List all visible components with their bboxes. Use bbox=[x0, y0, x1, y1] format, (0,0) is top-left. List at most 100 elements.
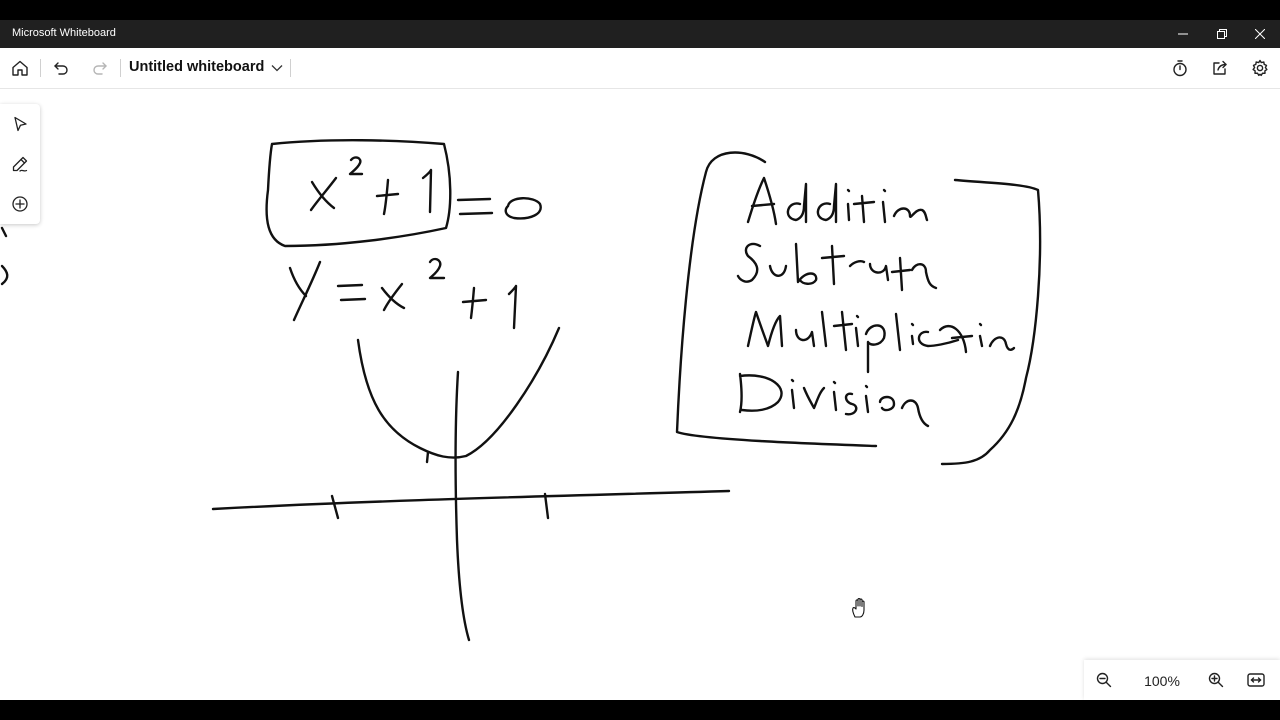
redo-button[interactable] bbox=[80, 48, 120, 88]
gear-icon bbox=[1252, 59, 1268, 77]
minimize-icon bbox=[1178, 33, 1188, 35]
ink-word-multiplication bbox=[794, 328, 816, 348]
ink-word-multiplication bbox=[978, 334, 984, 348]
ink-word-subtraction bbox=[848, 260, 866, 268]
zoom-out-icon bbox=[1096, 672, 1112, 688]
zoom-in-button[interactable] bbox=[1196, 660, 1236, 700]
ink-x-axis bbox=[211, 489, 731, 511]
close-icon bbox=[1255, 29, 1265, 39]
ink-word-subtraction bbox=[868, 262, 890, 282]
timer-button[interactable] bbox=[1160, 48, 1200, 88]
fit-to-screen-icon bbox=[1247, 673, 1265, 687]
ink-box bbox=[265, 139, 452, 248]
board-title[interactable]: Untitled whiteboard bbox=[129, 59, 264, 75]
ink-plus bbox=[469, 286, 476, 320]
ink-letter-x bbox=[380, 286, 406, 310]
share-button[interactable] bbox=[1200, 48, 1240, 88]
zoom-in-icon bbox=[1208, 672, 1224, 688]
share-icon bbox=[1213, 60, 1227, 75]
ink-word-subtraction bbox=[768, 264, 788, 277]
ink-layer bbox=[0, 139, 1042, 642]
app-title: Microsoft Whiteboard bbox=[12, 27, 116, 39]
whiteboard-canvas[interactable] bbox=[0, 89, 1280, 700]
toolbar-divider bbox=[120, 59, 121, 77]
ink-word-multiplication bbox=[854, 326, 860, 348]
ink-dot bbox=[846, 188, 851, 193]
ink-word-division bbox=[844, 392, 858, 416]
ink-zero bbox=[504, 197, 542, 220]
undo-button[interactable] bbox=[41, 48, 81, 88]
ink-word-multiplication bbox=[832, 310, 854, 352]
ink-digit-1 bbox=[421, 168, 433, 214]
ink-word-division bbox=[738, 372, 783, 414]
ink-equals bbox=[339, 297, 367, 302]
ink-word-division bbox=[802, 386, 826, 410]
ink-word-addition bbox=[852, 194, 876, 224]
minimize-button[interactable] bbox=[1163, 20, 1203, 48]
ink-exponent-2 bbox=[428, 257, 446, 280]
ink-stroke bbox=[425, 450, 430, 464]
ink-equals bbox=[458, 211, 494, 216]
ink-word-addition bbox=[816, 182, 838, 224]
ink-word-multiplication bbox=[988, 336, 1016, 351]
fit-to-screen-button[interactable] bbox=[1236, 660, 1276, 700]
ink-word-multiplication bbox=[910, 334, 915, 346]
redo-icon bbox=[93, 62, 107, 75]
zoom-out-button[interactable] bbox=[1084, 660, 1124, 700]
ink-tick-mark bbox=[543, 492, 550, 520]
ink-exponent-2 bbox=[348, 156, 364, 176]
app-toolbar: Untitled whiteboard bbox=[0, 48, 1280, 89]
ink-word-subtraction bbox=[890, 256, 912, 292]
ink-equals bbox=[336, 283, 364, 288]
ink-word-division bbox=[878, 395, 896, 412]
ink-stroke bbox=[0, 226, 8, 238]
pointer-icon bbox=[14, 116, 27, 132]
home-icon bbox=[12, 60, 28, 76]
settings-button[interactable] bbox=[1240, 48, 1280, 88]
ink-dot bbox=[864, 384, 869, 389]
left-tool-panel bbox=[0, 104, 40, 224]
ink-word-addition bbox=[881, 200, 887, 224]
ink-dot bbox=[882, 188, 887, 193]
ink-letter-y bbox=[288, 266, 308, 298]
ink-word-division bbox=[790, 388, 796, 410]
add-content-button[interactable] bbox=[0, 184, 40, 224]
ink-word-subtraction bbox=[736, 242, 762, 283]
plus-circle-icon bbox=[12, 196, 28, 212]
ink-word-subtraction bbox=[910, 263, 938, 290]
restore-icon bbox=[1217, 29, 1227, 39]
ink-word-addition bbox=[846, 202, 851, 222]
home-button[interactable] bbox=[0, 48, 40, 88]
title-bar: Microsoft Whiteboard bbox=[0, 20, 1280, 48]
timer-icon bbox=[1173, 60, 1187, 77]
ink-letter-y bbox=[292, 260, 322, 322]
hand-cursor-icon bbox=[850, 597, 870, 619]
select-tool-button[interactable] bbox=[0, 104, 40, 144]
ink-dot bbox=[910, 322, 915, 327]
ink-box bbox=[940, 178, 1042, 466]
ink-word-multiplication bbox=[894, 312, 902, 352]
ink-dot bbox=[855, 314, 860, 319]
toolbar-divider bbox=[290, 59, 291, 77]
ink-tick-mark bbox=[330, 494, 340, 520]
ink-plus bbox=[461, 298, 488, 304]
ink-parabola bbox=[356, 326, 561, 459]
ink-dot bbox=[832, 380, 837, 385]
ink-word-division bbox=[832, 390, 838, 412]
restore-button[interactable] bbox=[1202, 20, 1242, 48]
ink-word-addition bbox=[750, 202, 776, 208]
ink-word-multiplication bbox=[864, 324, 886, 374]
ink-stroke bbox=[0, 264, 9, 286]
ink-word-division bbox=[864, 394, 870, 414]
ink-word-division bbox=[900, 399, 930, 428]
ink-y-axis bbox=[454, 370, 471, 642]
ink-equals bbox=[456, 197, 492, 202]
undo-icon bbox=[54, 62, 68, 75]
ink-word-addition bbox=[892, 207, 929, 222]
close-button[interactable] bbox=[1240, 20, 1280, 48]
zoom-level[interactable]: 100% bbox=[1140, 673, 1184, 689]
board-title-menu-button[interactable] bbox=[268, 60, 286, 76]
ink-word-addition bbox=[786, 182, 808, 224]
pen-tool-button[interactable] bbox=[0, 144, 40, 184]
ink-digit-1 bbox=[507, 284, 518, 330]
